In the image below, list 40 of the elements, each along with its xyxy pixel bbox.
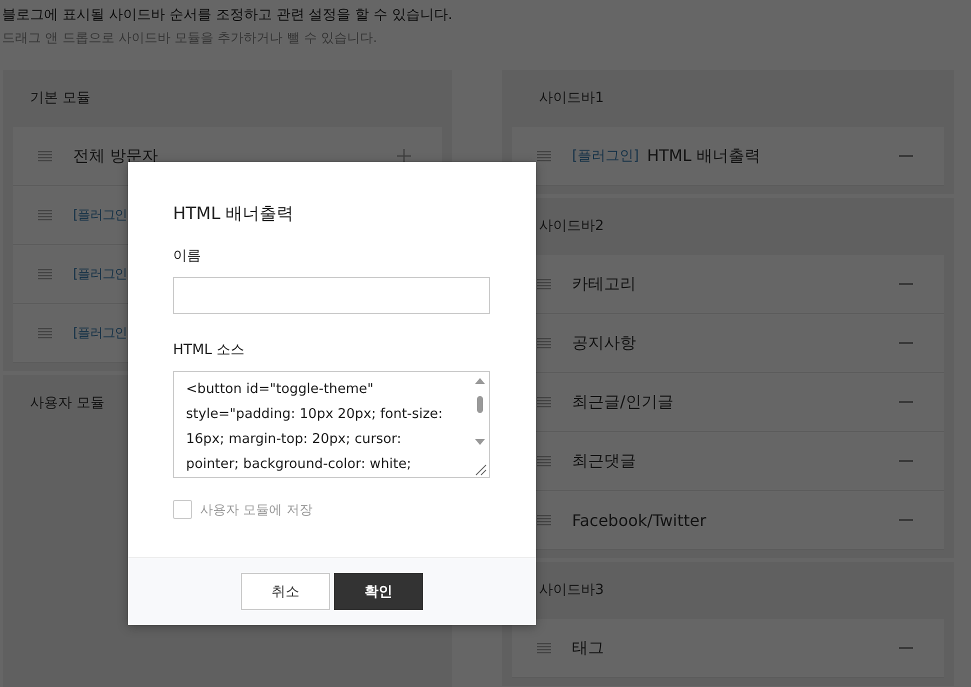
drag-handle-icon[interactable] bbox=[536, 455, 552, 467]
confirm-button[interactable]: 확인 bbox=[334, 573, 423, 610]
panel-title: 사이드바2 bbox=[539, 217, 604, 236]
field-label: 이름 bbox=[173, 247, 202, 265]
intro-text: 블로그에 표시될 사이드바 순서를 조정하고 관련 설정을 할 수 있습니다. bbox=[2, 6, 454, 25]
name-field[interactable] bbox=[173, 277, 490, 314]
drag-handle-icon[interactable] bbox=[37, 209, 53, 221]
module-label: Facebook/Twitter bbox=[572, 510, 706, 530]
drag-handle-icon[interactable] bbox=[536, 514, 552, 526]
panel-title: 사이드바3 bbox=[539, 581, 604, 600]
module-label: 공지사항 bbox=[572, 332, 636, 354]
module-label: [플러그인 bbox=[73, 266, 128, 283]
module-label: 카테고리 bbox=[572, 274, 636, 294]
drag-handle-icon[interactable] bbox=[37, 327, 53, 339]
source-field[interactable]: <button id="toggle-theme" style="padding: 10px 20px; font-size: 16px; margin-top: 20px; cursor: pointer; background-color: white; bbox=[173, 371, 490, 478]
drag-handle-icon[interactable] bbox=[37, 268, 53, 280]
plus-icon[interactable] bbox=[396, 148, 412, 164]
module-label: 태그 bbox=[572, 638, 604, 658]
cancel-button[interactable]: 취소 bbox=[241, 573, 330, 610]
module-label: [플러그인 bbox=[73, 207, 128, 224]
drag-handle-icon[interactable] bbox=[536, 337, 552, 349]
panel-title: 사용자 모듈 bbox=[30, 394, 104, 413]
dialog-title: HTML 배너출력 bbox=[173, 203, 295, 225]
module-row[interactable]: [플러그인] HTML 배너출력 bbox=[512, 127, 944, 186]
field-label: HTML 소스 bbox=[173, 341, 246, 359]
panel-title: 기본 모듈 bbox=[30, 89, 90, 108]
drag-handle-icon[interactable] bbox=[37, 150, 53, 162]
module-label: HTML 배너출력 bbox=[646, 146, 761, 166]
plugin-tag: [플러그인] bbox=[572, 147, 639, 165]
checkbox-label: 사용자 모듈에 저장 bbox=[200, 502, 312, 518]
panel-title: 사이드바1 bbox=[539, 89, 604, 108]
checkbox[interactable] bbox=[173, 500, 192, 519]
module-label: [플러그인 bbox=[73, 325, 128, 342]
module-label: 최근글/인기글 bbox=[572, 392, 674, 412]
drag-handle-icon[interactable] bbox=[536, 150, 552, 162]
drag-handle-icon[interactable] bbox=[536, 278, 552, 290]
drag-handle-icon[interactable] bbox=[536, 396, 552, 408]
drag-handle-icon[interactable] bbox=[536, 642, 552, 654]
module-row[interactable]: 태그 bbox=[512, 619, 944, 678]
module-label: 최근댓글 bbox=[572, 450, 636, 472]
